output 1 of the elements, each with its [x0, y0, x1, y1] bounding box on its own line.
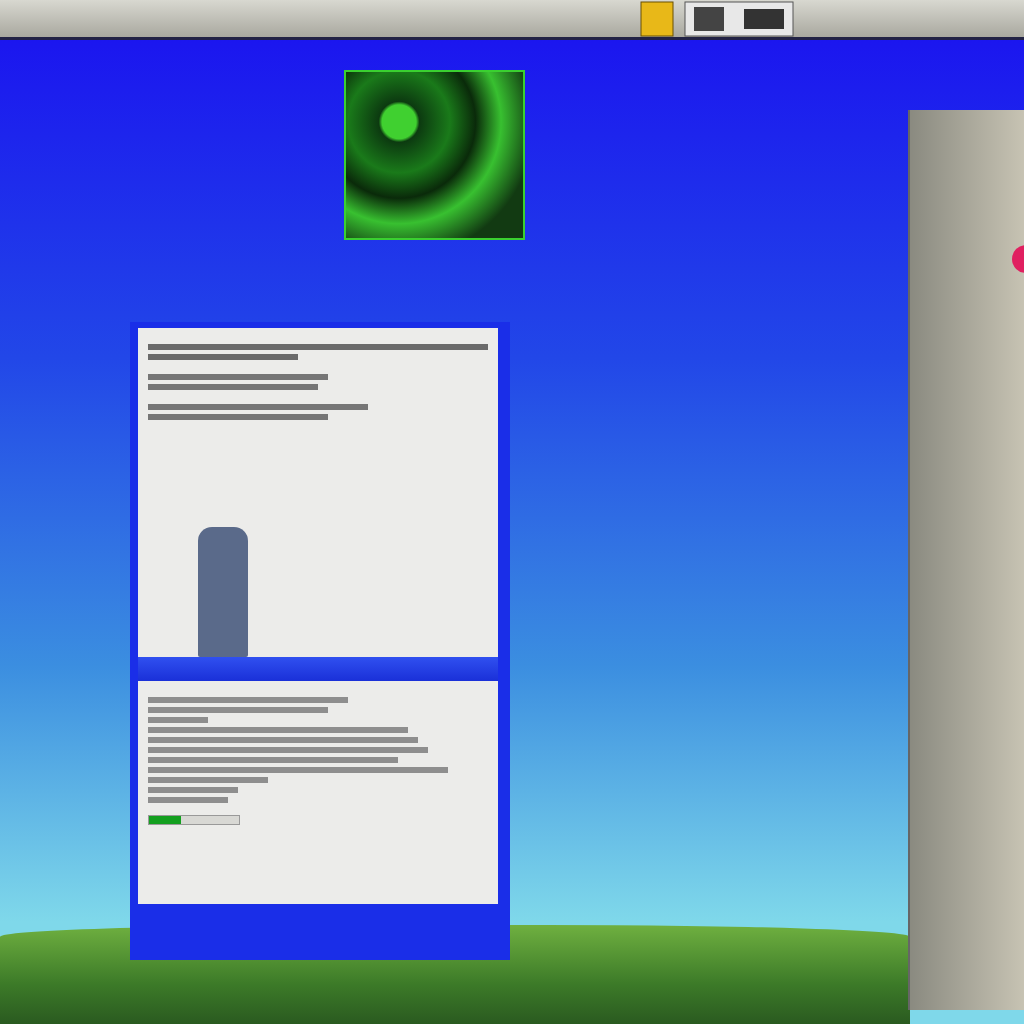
marker-icon: [1012, 245, 1024, 273]
